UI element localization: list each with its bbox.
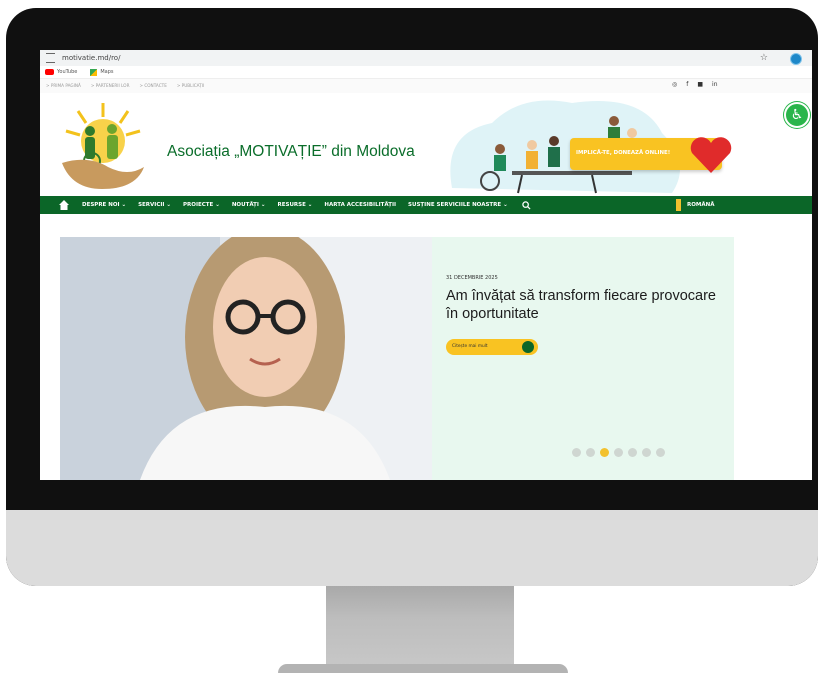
monitor-stand-base bbox=[278, 664, 568, 673]
heart-icon bbox=[690, 137, 732, 173]
nav-item-accessibility-map[interactable]: HARTA ACCESIBILITĂȚII bbox=[324, 202, 396, 208]
bookmark-label: Maps bbox=[100, 69, 114, 75]
linkedin-icon[interactable]: in bbox=[712, 81, 717, 88]
slider-dot[interactable] bbox=[628, 448, 637, 457]
bookmark-youtube[interactable]: YouTube bbox=[45, 69, 77, 75]
slider-dot[interactable] bbox=[656, 448, 665, 457]
search-icon[interactable] bbox=[521, 200, 531, 210]
organization-name[interactable]: Asociația „MOTIVAȚIE” din Moldova bbox=[167, 143, 415, 161]
top-link-publications[interactable]: > PUBLICAȚII bbox=[177, 83, 204, 88]
top-link-partners[interactable]: > PARTENERII LOR bbox=[91, 83, 130, 88]
hero-title[interactable]: Am învățat să transform fiecare provocar… bbox=[446, 287, 726, 323]
accessibility-widget-icon[interactable]: ♿ bbox=[784, 102, 810, 128]
nav-item-resources[interactable]: RESURSE ⌄ bbox=[277, 202, 312, 208]
address-bar[interactable]: motivatie.md/ro/ ☆ bbox=[40, 50, 812, 66]
monitor-chin bbox=[6, 510, 818, 586]
hero-photo bbox=[60, 237, 432, 480]
slider-dot[interactable] bbox=[600, 448, 609, 457]
arrow-right-icon bbox=[522, 341, 534, 353]
youtube-icon bbox=[45, 69, 54, 75]
nav-item-support[interactable]: SUSȚINE SERVICIILE NOASTRE ⌄ bbox=[408, 202, 508, 208]
social-links: ◎ f ■ in bbox=[672, 81, 718, 88]
nav-item-news[interactable]: NOUTĂȚI ⌄ bbox=[232, 202, 266, 208]
bookmark-maps[interactable]: Maps bbox=[90, 68, 114, 76]
profile-avatar-icon[interactable] bbox=[790, 53, 802, 65]
monitor-stand-neck bbox=[326, 586, 514, 666]
facebook-icon[interactable]: f bbox=[686, 81, 688, 88]
main-nav: DESPRE NOI ⌄ SERVICII ⌄ PROIECTE ⌄ NOUTĂ… bbox=[40, 196, 812, 214]
hero-text-panel: 31 DECEMBRIE 2025 Am învățat să transfor… bbox=[432, 237, 734, 480]
slider-dot[interactable] bbox=[642, 448, 651, 457]
organization-logo[interactable] bbox=[58, 97, 148, 193]
nav-item-projects[interactable]: PROIECTE ⌄ bbox=[183, 202, 220, 208]
site-topbar: > PRIMA PAGINĂ > PARTENERII LOR > CONTAC… bbox=[40, 79, 812, 93]
nav-item-about[interactable]: DESPRE NOI ⌄ bbox=[82, 202, 126, 208]
hero-slider: 31 DECEMBRIE 2025 Am învățat să transfor… bbox=[40, 214, 812, 480]
bookmark-label: YouTube bbox=[57, 69, 78, 75]
read-more-label: Citește mai mult bbox=[452, 344, 488, 349]
home-icon[interactable] bbox=[58, 199, 70, 211]
url-text[interactable]: motivatie.md/ro/ bbox=[62, 54, 120, 62]
donate-cta-label: IMPLICĂ-TE, DONEAZĂ ONLINE! bbox=[576, 150, 671, 156]
read-more-button[interactable]: Citește mai mult bbox=[446, 339, 538, 355]
site-settings-icon[interactable] bbox=[46, 53, 55, 63]
bookmarks-bar: YouTube Maps bbox=[40, 66, 812, 79]
slider-dot[interactable] bbox=[586, 448, 595, 457]
bookmark-star-icon[interactable]: ☆ bbox=[760, 53, 768, 63]
slider-dot[interactable] bbox=[572, 448, 581, 457]
top-link-contacts[interactable]: > CONTACTE bbox=[140, 83, 167, 88]
monitor-frame: motivatie.md/ro/ ☆ YouTube Maps > PRIMA … bbox=[6, 8, 818, 586]
maps-icon bbox=[90, 68, 98, 76]
flag-icon bbox=[676, 199, 681, 211]
top-links: > PRIMA PAGINĂ > PARTENERII LOR > CONTAC… bbox=[46, 83, 204, 88]
top-link-home[interactable]: > PRIMA PAGINĂ bbox=[46, 83, 81, 88]
language-switcher[interactable]: ROMÂNĂ bbox=[676, 199, 715, 211]
hero-date: 31 DECEMBRIE 2025 bbox=[446, 275, 498, 281]
nav-item-services[interactable]: SERVICII ⌄ bbox=[138, 202, 171, 208]
instagram-icon[interactable]: ◎ bbox=[672, 81, 677, 88]
youtube-icon[interactable]: ■ bbox=[697, 81, 703, 88]
slider-pagination bbox=[572, 448, 665, 457]
site-header: Asociația „MOTIVAȚIE” din Moldova IMPLIC… bbox=[40, 93, 812, 196]
slider-dot[interactable] bbox=[614, 448, 623, 457]
language-label: ROMÂNĂ bbox=[687, 202, 715, 208]
monitor-screen: motivatie.md/ro/ ☆ YouTube Maps > PRIMA … bbox=[40, 50, 812, 480]
